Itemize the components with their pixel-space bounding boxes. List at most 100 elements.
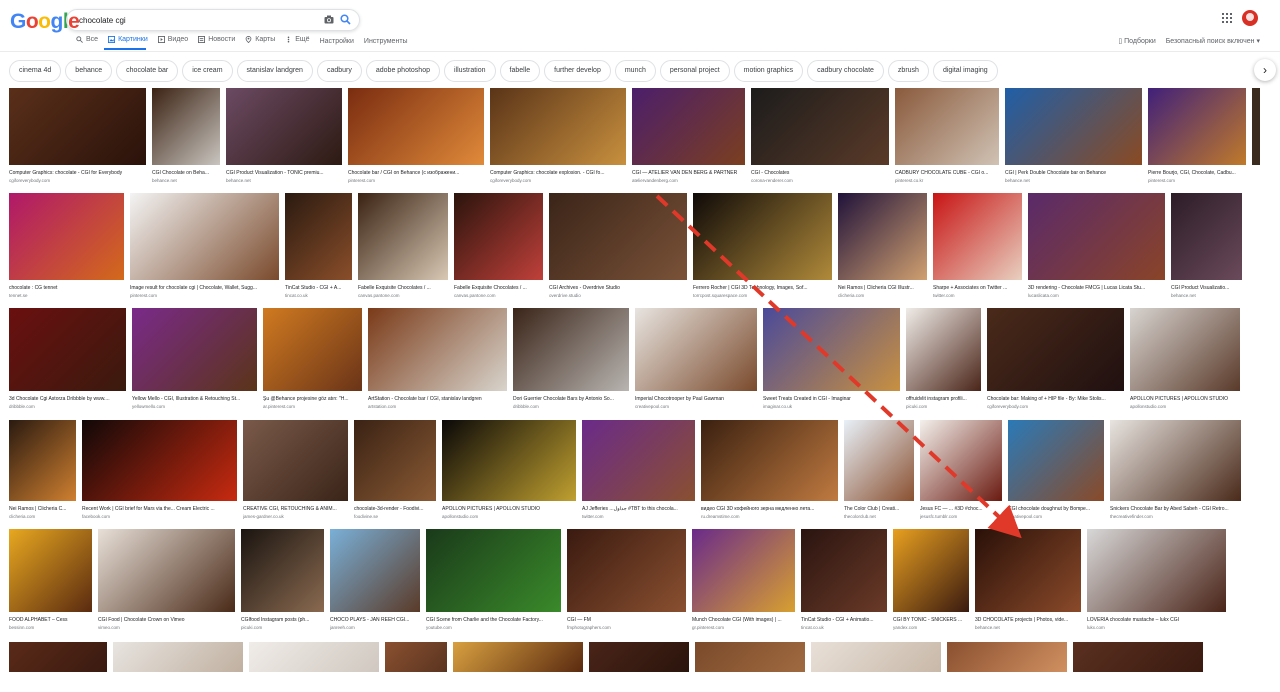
- tab-6[interactable]: Настройки: [320, 38, 354, 45]
- chip[interactable]: fabelle: [499, 60, 541, 82]
- result-title[interactable]: Fabelle Exquisite Chocolates / ...: [358, 285, 448, 291]
- image-result[interactable]: CGI - Chocolates corona-renderer.com: [751, 88, 889, 185]
- image-result[interactable]: CGI chocolate doughnut by Bompe... creati…: [1008, 420, 1104, 521]
- result-thumbnail[interactable]: [933, 193, 1022, 280]
- result-title[interactable]: CGI | Perk Double Chocolate bar on Behan…: [1005, 170, 1142, 176]
- image-result[interactable]: CGI | Perk Double Chocolate bar on Behan…: [1005, 88, 1142, 185]
- result-thumbnail[interactable]: [9, 420, 76, 501]
- result-thumbnail[interactable]: [895, 88, 999, 165]
- result-title[interactable]: Munch Chocolate CGI (With images) | ...: [692, 617, 795, 623]
- result-title[interactable]: APOLLON PICTURES | APOLLON STUDIO: [442, 506, 576, 512]
- image-result[interactable]: [589, 642, 689, 692]
- image-result[interactable]: видео CGI 3D кофейного зерна медленно ле…: [701, 420, 838, 521]
- result-title[interactable]: 3D CHOCOLATE projects | Photos, vide...: [975, 617, 1081, 623]
- result-thumbnail[interactable]: [9, 642, 107, 672]
- result-title[interactable]: Nei Ramos | Clicheria C...: [9, 506, 76, 512]
- chip[interactable]: chocolate bar: [116, 60, 179, 82]
- result-thumbnail[interactable]: [811, 642, 941, 672]
- result-title[interactable]: CGI Scene from Charlie and the Chocolate…: [426, 617, 561, 623]
- result-thumbnail[interactable]: [1073, 642, 1203, 672]
- image-result[interactable]: 3D CHOCOLATE projects | Photos, vide... b…: [975, 529, 1081, 632]
- chip[interactable]: illustration: [443, 60, 496, 82]
- result-title[interactable]: AJ Jefferies ...جداول #TBT to this choco…: [582, 506, 695, 512]
- result-title[interactable]: Dori Guerrier Chocolate Bars by Antonio …: [513, 396, 629, 402]
- result-title[interactable]: CGI - Chocolates: [751, 170, 889, 176]
- image-result[interactable]: Chocolate bar: Making of + HIP file - By…: [987, 308, 1124, 411]
- result-title[interactable]: Ferrero Rocher | CGI 3D Technology, Imag…: [693, 285, 832, 291]
- image-result[interactable]: APOLLON PICTURES | APOLLON STUDIO apollon…: [1130, 308, 1240, 411]
- tab-2[interactable]: Видео: [157, 36, 188, 43]
- image-result[interactable]: Recent Work | CGI brief for Mars via the…: [82, 420, 237, 521]
- result-thumbnail[interactable]: [130, 193, 279, 280]
- result-thumbnail[interactable]: [1008, 420, 1104, 501]
- result-title[interactable]: 3d Chocolate Cgi Astorza Dribbble by www…: [9, 396, 126, 402]
- chip[interactable]: cinema 4d: [9, 60, 62, 82]
- result-thumbnail[interactable]: [426, 529, 561, 612]
- result-title[interactable]: offruidvlit instagram profili...: [906, 396, 981, 402]
- image-result[interactable]: Fabelle Exquisite Chocolates / ... canvas…: [454, 193, 543, 300]
- result-thumbnail[interactable]: [763, 308, 900, 391]
- safesearch-link[interactable]: Безопасный поиск включен ▾: [1166, 38, 1260, 45]
- result-thumbnail[interactable]: [975, 529, 1081, 612]
- image-result[interactable]: The Color Club | Creati... thecolorclub.n…: [844, 420, 914, 521]
- result-title[interactable]: CGI BY TONIC - SNICKERS ...: [893, 617, 969, 623]
- result-thumbnail[interactable]: [801, 529, 887, 612]
- collections-link[interactable]: ▯ Подборки: [1118, 38, 1155, 45]
- result-thumbnail[interactable]: [243, 420, 348, 501]
- result-thumbnail[interactable]: [490, 88, 626, 165]
- image-result[interactable]: CGI Archives - Overdrive Studio overdrive…: [549, 193, 687, 300]
- result-title[interactable]: TinCat Studio - CGI + Animatio...: [801, 617, 887, 623]
- result-thumbnail[interactable]: [226, 88, 342, 165]
- result-thumbnail[interactable]: [582, 420, 695, 501]
- image-result[interactable]: CGI Product Visualization - TONIC premiu…: [226, 88, 342, 185]
- result-title[interactable]: FOOD ALPHABET – Cess: [9, 617, 92, 623]
- chip[interactable]: munch: [614, 60, 656, 82]
- result-title[interactable]: chocolate : CG tennet: [9, 285, 124, 291]
- result-title[interactable]: APOLLON PICTURES | APOLLON STUDIO: [1130, 396, 1240, 402]
- result-thumbnail[interactable]: [1028, 193, 1165, 280]
- result-thumbnail[interactable]: [947, 642, 1067, 672]
- result-title[interactable]: Fabelle Exquisite Chocolates / ...: [454, 285, 543, 291]
- image-result[interactable]: Pierre Bourjo, CGI, Chocolate, Cadbu... p…: [1148, 88, 1246, 185]
- result-thumbnail[interactable]: [1110, 420, 1241, 501]
- image-result[interactable]: Nei Ramos | Clicheria C... clicheria.com: [9, 420, 76, 521]
- result-thumbnail[interactable]: [1005, 88, 1142, 165]
- search-input[interactable]: [77, 12, 321, 29]
- image-result[interactable]: [1073, 642, 1203, 692]
- image-result[interactable]: [453, 642, 583, 692]
- result-title[interactable]: ArtStation - Chocolate bar / CGI, stanis…: [368, 396, 507, 402]
- image-result[interactable]: [947, 642, 1067, 692]
- chip[interactable]: adobe photoshop: [365, 60, 440, 82]
- result-thumbnail[interactable]: [589, 642, 689, 672]
- image-result[interactable]: FOOD ALPHABET – Cess bessinn.com: [9, 529, 92, 632]
- result-title[interactable]: Snickers Chocolate Bar by Abed Sabeh - C…: [1110, 506, 1241, 512]
- result-thumbnail[interactable]: [330, 529, 420, 612]
- image-result[interactable]: CGIfood Instagram posts (ph... picuki.com: [241, 529, 324, 632]
- result-thumbnail[interactable]: [241, 529, 324, 612]
- search-icon[interactable]: [340, 14, 351, 25]
- result-thumbnail[interactable]: [454, 193, 543, 280]
- image-result[interactable]: CGI — FM fmphotographers.com: [567, 529, 686, 632]
- image-result[interactable]: ArtStation - Chocolate bar / CGI, stanis…: [368, 308, 507, 411]
- chip[interactable]: zbrush: [887, 60, 929, 82]
- image-result[interactable]: Computer Graphics: chocolate explosion. …: [490, 88, 626, 185]
- result-thumbnail[interactable]: [549, 193, 687, 280]
- image-result[interactable]: [9, 642, 107, 692]
- image-result[interactable]: [1252, 88, 1260, 185]
- result-thumbnail[interactable]: [701, 420, 838, 501]
- result-thumbnail[interactable]: [9, 88, 146, 165]
- image-result[interactable]: Yellow Mello - CGI, Illustration & Retou…: [132, 308, 257, 411]
- image-result[interactable]: [695, 642, 805, 692]
- result-title[interactable]: CGI Food | Chocolate Crown on Vimeo: [98, 617, 235, 623]
- result-title[interactable]: Şu @Behance projesine göz atın: "H...: [263, 396, 362, 402]
- result-title[interactable]: Nei Ramos | Clicheria CGI Illustr...: [838, 285, 927, 291]
- camera-icon[interactable]: [324, 15, 334, 24]
- result-title[interactable]: TinCat Studio - CGI + A...: [285, 285, 352, 291]
- image-result[interactable]: 3D rendering - Chocolate FMCG | Lucas Li…: [1028, 193, 1165, 300]
- chip[interactable]: personal project: [659, 60, 730, 82]
- result-title[interactable]: CGI Archives - Overdrive Studio: [549, 285, 687, 291]
- result-thumbnail[interactable]: [9, 193, 124, 280]
- result-title[interactable]: CGI — ATELIER VAN DEN BERG & PARTNER: [632, 170, 745, 176]
- image-result[interactable]: Imperial Chocotrooper by Paul Gawman crea…: [635, 308, 757, 411]
- chip[interactable]: cadbury: [316, 60, 362, 82]
